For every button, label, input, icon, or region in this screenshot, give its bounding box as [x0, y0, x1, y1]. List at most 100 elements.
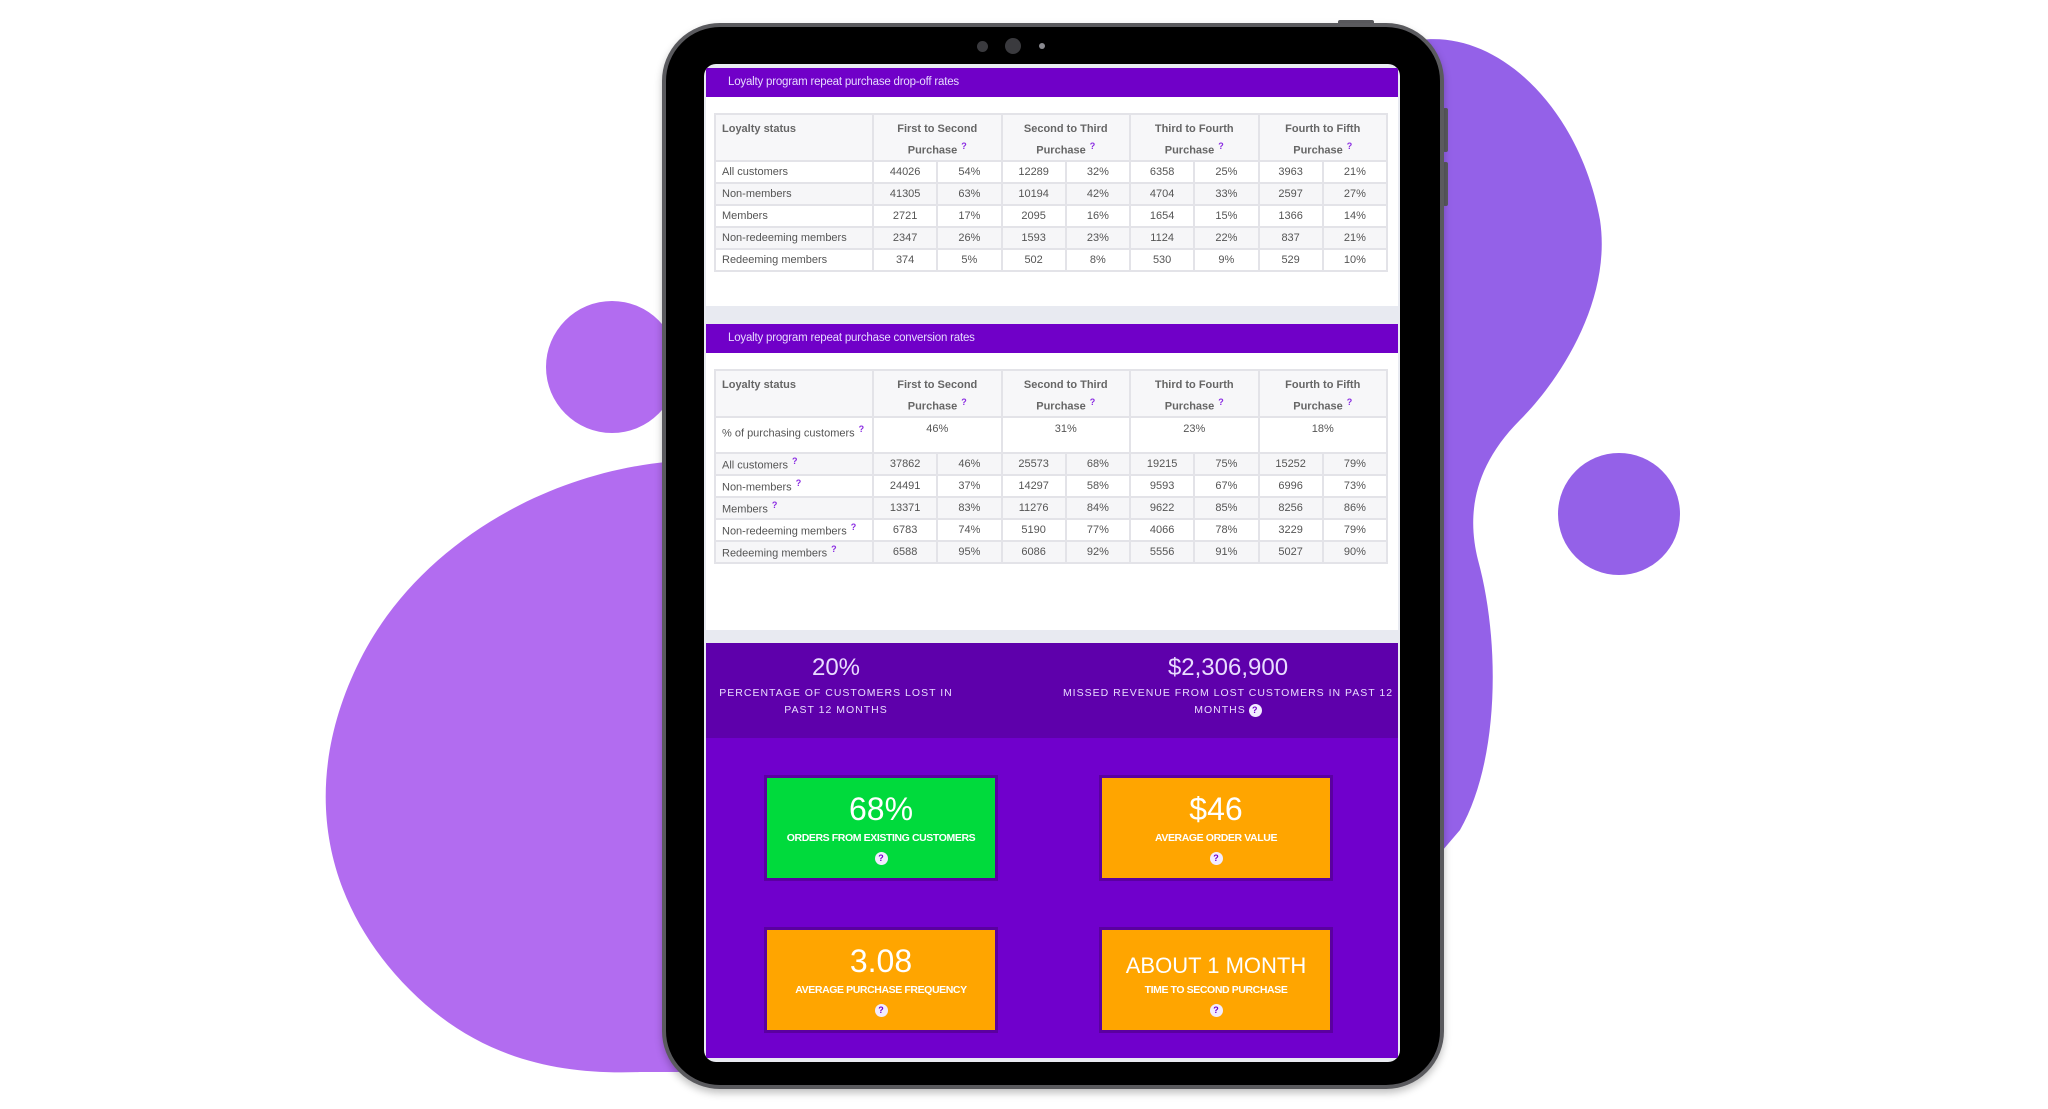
kpi-summary-panel: 20% PERCENTAGE OF CUSTOMERS LOST IN PAST… — [706, 643, 1398, 738]
help-icon[interactable]: ? — [961, 141, 967, 151]
pct-cell: 23% — [1129, 415, 1260, 454]
camera-light-icon — [1039, 43, 1045, 49]
help-icon[interactable]: ? — [1248, 703, 1262, 717]
count-cell: 19215 — [1128, 451, 1196, 476]
percent-cell: 75% — [1193, 451, 1260, 476]
table-row: Non-members 41305 63% 10194 42% 4704 33% 2597 27… — [714, 181, 1389, 206]
help-icon[interactable]: ? — [1347, 141, 1353, 151]
help-icon[interactable]: ? — [1090, 397, 1096, 407]
percent-cell: 73% — [1321, 473, 1389, 498]
table-row: All customers? 37862 46% 25573 68% 19215 75% 15… — [714, 451, 1389, 476]
count-cell: 41305 — [871, 181, 939, 206]
tablet-screen: Loyalty program repeat purchase drop-off… — [704, 64, 1400, 1062]
table-row: Non-members? 24491 37% 14297 58% 9593 67% 6996 7… — [714, 473, 1389, 498]
blob-small-left — [546, 301, 678, 433]
count-cell: 15252 — [1257, 451, 1324, 476]
help-icon[interactable]: ? — [831, 544, 837, 554]
count-cell: 3963 — [1257, 159, 1324, 184]
percent-cell: 85% — [1193, 495, 1260, 520]
percent-cell: 68% — [1064, 451, 1132, 476]
percent-cell: 16% — [1064, 203, 1132, 228]
help-icon[interactable]: ? — [772, 500, 778, 510]
dropoff-header-col: Fourth to Fifth Purchase? — [1257, 113, 1388, 162]
percent-cell: 8% — [1064, 247, 1132, 272]
count-cell: 11276 — [1000, 495, 1067, 520]
dropoff-header-loyalty-status: Loyalty status — [714, 113, 874, 162]
percent-cell: 92% — [1064, 539, 1132, 564]
column-title: First to Second Purchase — [897, 123, 978, 157]
count-cell: 44026 — [871, 159, 939, 184]
percent-cell: 21% — [1321, 225, 1389, 250]
row-label-text: Non-members — [722, 481, 792, 494]
column-title: First to Second Purchase — [897, 379, 978, 413]
row-label: Non-members? — [714, 473, 874, 498]
conversion-title: Loyalty program repeat purchase conversi… — [706, 324, 1398, 353]
row-label-text: All customers — [722, 165, 789, 178]
row-label: Members — [714, 203, 874, 228]
kpi-card-value: $46 — [1189, 791, 1243, 827]
help-icon[interactable]: ? — [874, 852, 888, 866]
count-cell: 6358 — [1128, 159, 1196, 184]
table-row: Redeeming members? 6588 95% 6086 92% 5556 91% 5… — [714, 539, 1389, 564]
help-icon[interactable]: ? — [851, 522, 857, 532]
conversion-table-body: % of purchasing customers? 46% 31% 23% 18% Al… — [714, 415, 1389, 564]
percent-cell: 79% — [1321, 517, 1389, 542]
help-icon[interactable]: ? — [1347, 397, 1353, 407]
column-title: Second to Third Purchase — [1023, 379, 1108, 413]
help-icon[interactable]: ? — [874, 1004, 888, 1018]
conversion-table: Loyalty status First to Second Purchase?… — [714, 369, 1389, 564]
help-icon[interactable]: ? — [1218, 397, 1224, 407]
row-label-text: % of purchasing customers — [722, 427, 855, 440]
kpi-card-label: ORDERS FROM EXISTING CUSTOMERS — [786, 832, 976, 844]
kpi-missed-revenue-label-wrap: MISSED REVENUE FROM LOST CUSTOMERS IN PA… — [1058, 685, 1398, 719]
count-cell: 9622 — [1128, 495, 1196, 520]
count-cell: 374 — [871, 247, 939, 272]
help-icon[interactable]: ? — [1209, 1004, 1223, 1018]
percent-cell: 42% — [1064, 181, 1132, 206]
kpi-card-value: 68% — [848, 791, 914, 827]
kpi-lost-customers-value: 20% — [811, 654, 861, 681]
table-row: Members? 13371 83% 11276 84% 9622 85% 8256 86% — [714, 495, 1389, 520]
help-icon[interactable]: ? — [796, 478, 802, 488]
help-icon[interactable]: ? — [1218, 141, 1224, 151]
kpi-card-value: ABOUT 1 MONTH — [1125, 953, 1307, 978]
column-title: Fourth to Fifth Purchase — [1285, 123, 1361, 157]
percent-cell: 67% — [1193, 473, 1260, 498]
percent-cell: 83% — [936, 495, 1003, 520]
kpi-card-orders-existing: 68% ORDERS FROM EXISTING CUSTOMERS ? — [764, 775, 998, 881]
kpi-card-help: ? — [767, 1002, 995, 1020]
count-cell: 5190 — [1000, 517, 1067, 542]
pct-cell: 46% — [872, 415, 1003, 454]
percent-cell: 17% — [936, 203, 1003, 228]
percent-cell: 54% — [936, 159, 1003, 184]
kpi-card-value: 3.08 — [849, 943, 913, 979]
percent-cell: 46% — [936, 451, 1003, 476]
table-row: Redeeming members 374 5% 502 8% 530 9% 529 10% — [714, 247, 1389, 272]
table-row: Members 2721 17% 2095 16% 1654 15% 1366 14% — [714, 203, 1389, 228]
row-label-text: Members — [722, 209, 768, 222]
count-cell: 2721 — [871, 203, 939, 228]
percent-cell: 74% — [936, 517, 1003, 542]
row-label-text: Non-redeeming members — [722, 231, 847, 244]
blob-small-right — [1558, 453, 1680, 575]
percent-cell: 26% — [936, 225, 1003, 250]
conversion-header-col: Fourth to Fifth Purchase? — [1257, 369, 1388, 418]
conversion-panel: Loyalty program repeat purchase conversi… — [706, 324, 1398, 630]
help-icon[interactable]: ? — [1090, 141, 1096, 151]
row-label: Non-redeeming members — [714, 225, 874, 250]
column-title: Third to Fourth Purchase — [1154, 123, 1234, 157]
help-icon[interactable]: ? — [961, 397, 967, 407]
count-cell: 5027 — [1257, 539, 1324, 564]
help-icon[interactable]: ? — [859, 424, 865, 434]
help-icon[interactable]: ? — [1209, 852, 1223, 866]
table-row: Non-redeeming members 2347 26% 1593 23% 1124 2… — [714, 225, 1389, 250]
count-cell: 25573 — [1000, 451, 1067, 476]
pct-cell: 18% — [1257, 415, 1388, 454]
count-cell: 2095 — [1000, 203, 1067, 228]
dropoff-table: Loyalty status First to Second Purchase?… — [714, 113, 1389, 272]
row-label-text: Members — [722, 503, 768, 516]
help-icon[interactable]: ? — [792, 456, 798, 466]
row-label-text: Non-members — [722, 187, 792, 200]
percent-cell: 27% — [1321, 181, 1389, 206]
conversion-header-col: Third to Fourth Purchase? — [1129, 369, 1260, 418]
